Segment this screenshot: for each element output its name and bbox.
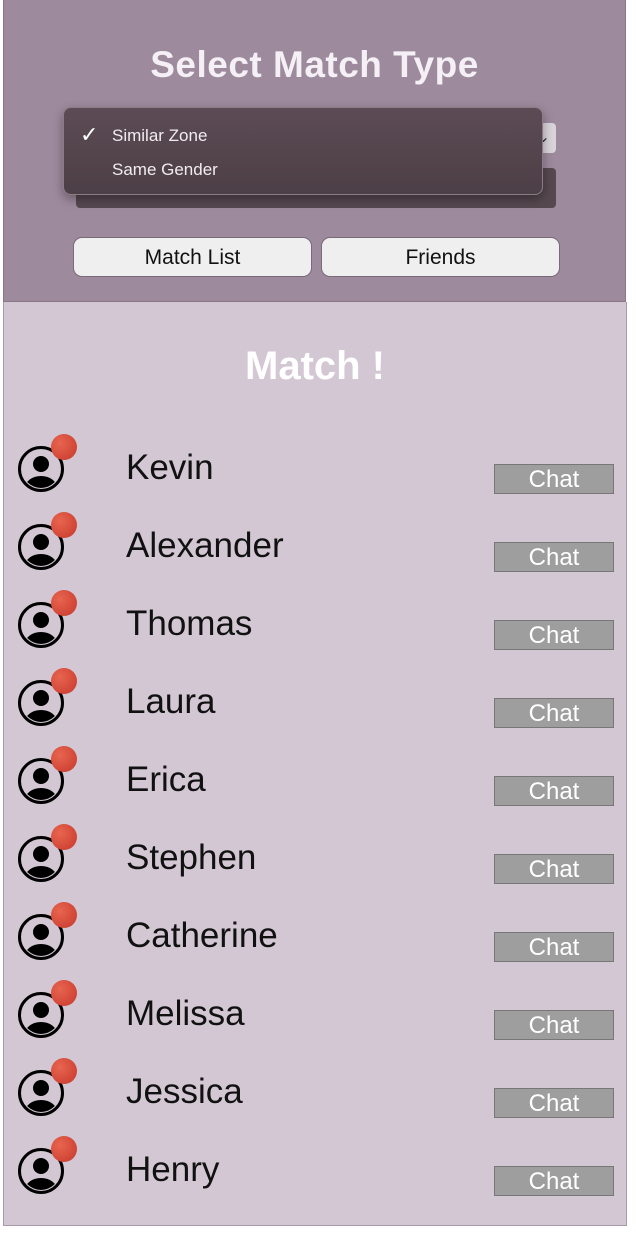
match-row: Catherine Chat — [4, 902, 628, 980]
match-name: Erica — [126, 760, 206, 799]
panel-title: Select Match Type — [150, 44, 479, 85]
match-name: Laura — [126, 682, 216, 721]
notification-dot-icon — [51, 1058, 77, 1084]
match-name: Melissa — [126, 994, 245, 1033]
match-row: Melissa Chat — [4, 980, 628, 1058]
match-row: Laura Chat — [4, 668, 628, 746]
match-list-button[interactable]: Match List — [73, 237, 312, 277]
friends-button[interactable]: Friends — [321, 237, 560, 277]
match-name: Jessica — [126, 1072, 243, 1111]
match-name: Thomas — [126, 604, 253, 643]
match-type-panel: Select Match Type ⌄ ✓ Similar Zone Same … — [3, 0, 626, 302]
notification-dot-icon — [51, 434, 77, 460]
notification-dot-icon — [51, 824, 77, 850]
dropdown-option-label: Similar Zone — [112, 126, 208, 145]
chat-button[interactable]: Chat — [494, 698, 614, 728]
chat-button[interactable]: Chat — [494, 854, 614, 884]
dropdown-option-similar-zone[interactable]: ✓ Similar Zone — [64, 122, 542, 156]
match-row: Kevin Chat — [4, 434, 628, 512]
chat-button[interactable]: Chat — [494, 1010, 614, 1040]
match-row: Henry Chat — [4, 1136, 628, 1214]
dropdown-option-same-gender[interactable]: Same Gender — [64, 156, 542, 190]
chat-button[interactable]: Chat — [494, 620, 614, 650]
notification-dot-icon — [51, 902, 77, 928]
chat-button[interactable]: Chat — [494, 1088, 614, 1118]
dropdown-option-label: Same Gender — [112, 160, 218, 179]
notification-dot-icon — [51, 980, 77, 1006]
notification-dot-icon — [51, 1136, 77, 1162]
match-name: Kevin — [126, 448, 214, 487]
notification-dot-icon — [51, 668, 77, 694]
match-row: Erica Chat — [4, 746, 628, 824]
match-name: Henry — [126, 1150, 220, 1189]
match-row: Jessica Chat — [4, 1058, 628, 1136]
notification-dot-icon — [51, 746, 77, 772]
match-type-dropdown-menu[interactable]: ✓ Similar Zone Same Gender — [63, 107, 543, 195]
notification-dot-icon — [51, 590, 77, 616]
chat-button[interactable]: Chat — [494, 932, 614, 962]
chat-button[interactable]: Chat — [494, 1166, 614, 1196]
match-name: Catherine — [126, 916, 278, 955]
chat-button[interactable]: Chat — [494, 776, 614, 806]
checkmark-icon: ✓ — [80, 122, 99, 147]
match-name: Stephen — [126, 838, 257, 877]
match-row: Stephen Chat — [4, 824, 628, 902]
match-title: Match ! — [245, 344, 385, 388]
match-row: Thomas Chat — [4, 590, 628, 668]
chat-button[interactable]: Chat — [494, 542, 614, 572]
notification-dot-icon — [51, 512, 77, 538]
chat-button[interactable]: Chat — [494, 464, 614, 494]
match-list-panel: Match ! Kevin Chat Alexander Chat Thomas Chat… — [3, 302, 627, 1226]
match-name: Alexander — [126, 526, 284, 565]
match-row: Alexander Chat — [4, 512, 628, 590]
